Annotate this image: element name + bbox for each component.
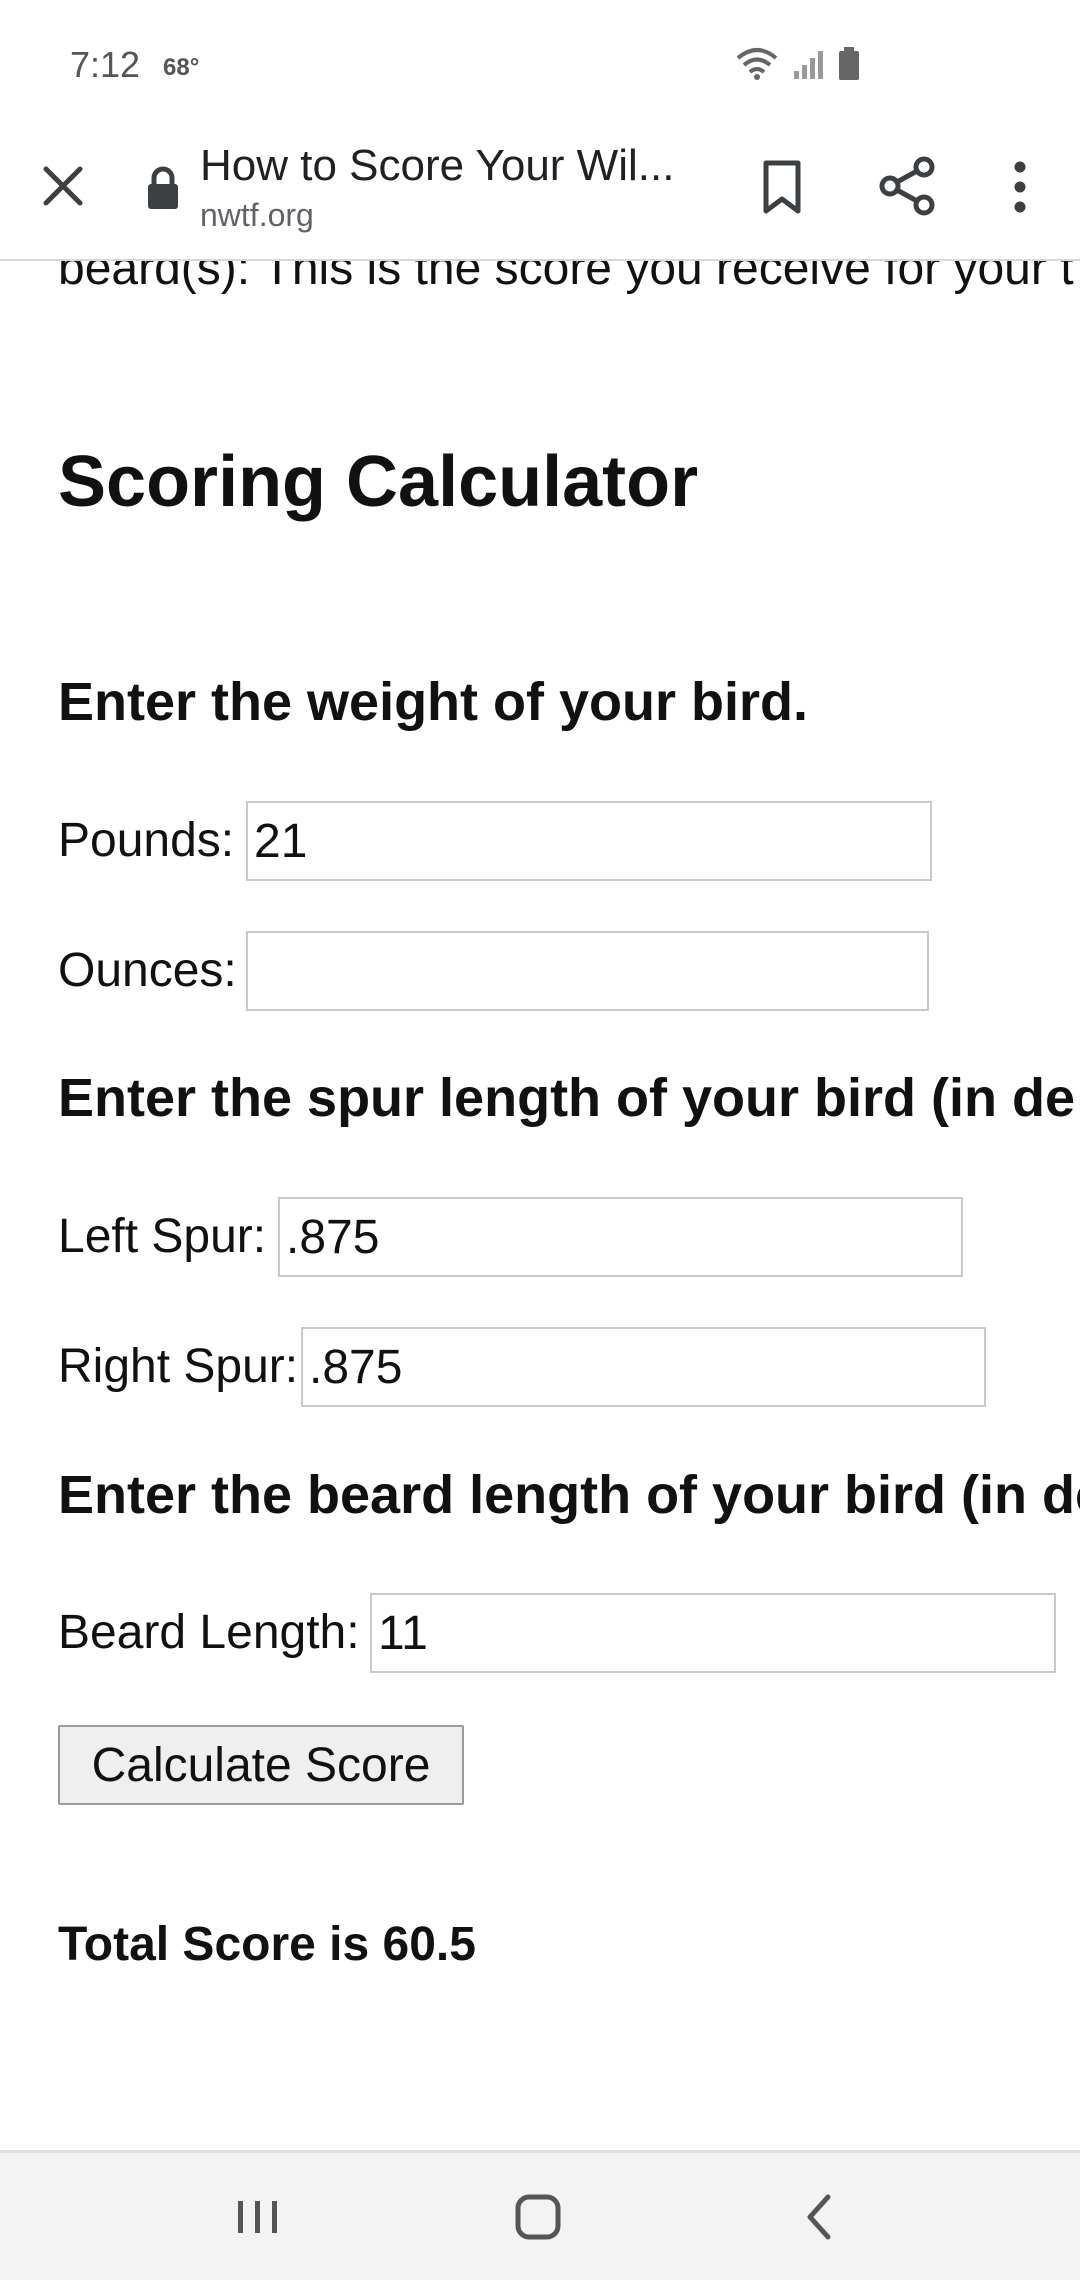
ounces-input[interactable]	[246, 931, 929, 1011]
close-icon[interactable]	[36, 159, 90, 213]
spur-heading: Enter the spur length of your bird (in d…	[58, 1068, 1076, 1128]
navigation-bar	[0, 2150, 1080, 2280]
bookmark-icon[interactable]	[752, 157, 812, 217]
beard-length-input[interactable]	[370, 1593, 1056, 1673]
home-icon[interactable]	[508, 2187, 568, 2247]
status-temperature: 68°	[163, 54, 200, 81]
page-domain[interactable]: nwtf.org	[200, 197, 314, 234]
right-spur-label: Right Spur:	[58, 1340, 299, 1393]
status-time: 7:12	[70, 44, 141, 85]
article-text: beard(s): This is the score you receive …	[58, 261, 1074, 295]
right-spur-input[interactable]	[301, 1327, 986, 1407]
ounces-label: Ounces:	[58, 944, 237, 997]
back-icon[interactable]	[790, 2187, 850, 2247]
beard-heading: Enter the beard length of your bird (in …	[58, 1465, 1080, 1525]
calculator-title: Scoring Calculator	[58, 442, 699, 522]
recent-apps-icon[interactable]	[228, 2187, 288, 2247]
total-score: Total Score is 60.5	[58, 1918, 476, 1971]
more-vert-icon[interactable]	[998, 157, 1042, 217]
status-icons	[734, 46, 860, 82]
calculate-score-button[interactable]: Calculate Score	[58, 1725, 464, 1805]
left-spur-label: Left Spur:	[58, 1210, 267, 1263]
pounds-input[interactable]	[246, 801, 932, 881]
pounds-label: Pounds:	[58, 814, 235, 867]
signal-icon	[794, 51, 823, 79]
share-icon[interactable]	[876, 155, 938, 217]
battery-icon	[839, 47, 859, 80]
screen: 7:12 68° How to Score Your Wil... nwtf.o…	[0, 0, 1080, 2280]
browser-toolbar: How to Score Your Wil... nwtf.org	[0, 135, 1080, 261]
left-spur-input[interactable]	[278, 1197, 963, 1277]
status-bar: 7:12 68°	[0, 0, 1080, 135]
page-title[interactable]: How to Score Your Wil...	[200, 141, 674, 191]
page-content: beard(s): This is the score you receive …	[0, 261, 1080, 2151]
lock-icon	[148, 166, 178, 209]
wifi-icon	[736, 48, 778, 80]
weight-heading: Enter the weight of your bird.	[58, 672, 809, 732]
beard-length-label: Beard Length:	[58, 1606, 360, 1659]
